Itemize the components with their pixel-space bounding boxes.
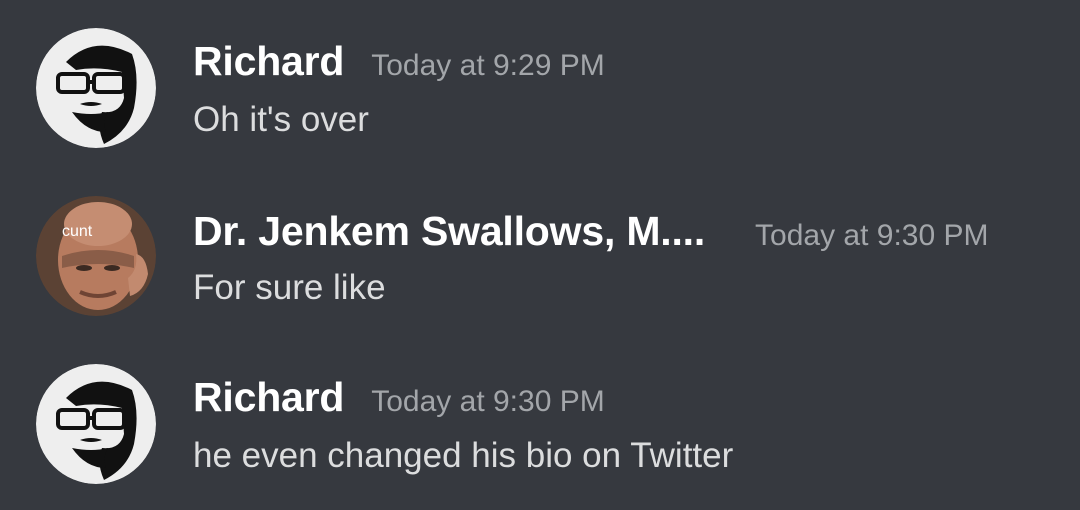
bearded-man-glasses-avatar-icon — [36, 364, 156, 484]
username[interactable]: Richard — [193, 374, 344, 421]
bearded-man-glasses-avatar-icon — [36, 28, 156, 148]
bald-man-photo-avatar-icon: cunt — [36, 196, 156, 316]
message-content: Oh it's over — [193, 100, 369, 139]
username[interactable]: Richard — [193, 38, 344, 85]
chat-message: cunt Dr. Jenkem Swallows, M.... Today at… — [0, 194, 1080, 324]
username[interactable]: Dr. Jenkem Swallows, M.... — [193, 208, 705, 255]
avatar-caption: cunt — [62, 223, 93, 240]
message-header: Dr. Jenkem Swallows, M.... Today at 9:30… — [193, 208, 989, 255]
chat-message-list: Richard Today at 9:29 PM Oh it's over cu… — [0, 0, 1080, 510]
message-content: For sure like — [193, 268, 386, 307]
chat-message: Richard Today at 9:29 PM Oh it's over — [0, 26, 1080, 156]
user-avatar[interactable] — [36, 28, 156, 148]
timestamp[interactable]: Today at 9:29 PM — [371, 49, 604, 83]
timestamp[interactable]: Today at 9:30 PM — [371, 385, 604, 419]
message-header: Richard Today at 9:30 PM — [193, 374, 605, 421]
message-header: Richard Today at 9:29 PM — [193, 38, 605, 85]
user-avatar[interactable]: cunt — [36, 196, 156, 316]
chat-message: Richard Today at 9:30 PM he even changed… — [0, 362, 1080, 492]
user-avatar[interactable] — [36, 364, 156, 484]
timestamp[interactable]: Today at 9:30 PM — [755, 219, 988, 253]
message-content: he even changed his bio on Twitter — [193, 436, 734, 475]
